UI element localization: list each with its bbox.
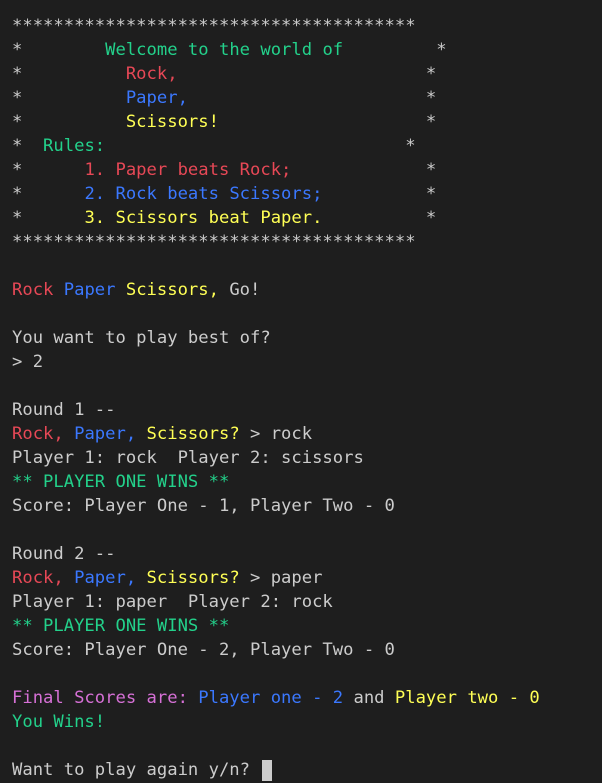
terminal-text: ** PLAYER ONE WINS ** (12, 616, 230, 636)
terminal-text: Player 1: paper Player 2: rock (12, 592, 333, 612)
terminal-line: Round 2 -- (12, 542, 115, 566)
terminal-line: * 3. Scissors beat Paper. * (12, 206, 436, 230)
terminal-text: *************************************** (12, 16, 416, 36)
terminal-line: * Welcome to the world of * (12, 38, 447, 62)
terminal-text: * (291, 160, 437, 180)
terminal-line: Player 1: paper Player 2: rock (12, 590, 333, 614)
terminal-text: Scissors, (125, 280, 230, 300)
terminal-text: Final Scores are: (12, 688, 199, 708)
terminal-text: * (12, 136, 23, 156)
terminal-text: Scissors? (146, 424, 251, 444)
terminal-text: Round 1 -- (12, 400, 116, 420)
terminal-line: * Rock, * (12, 62, 436, 86)
terminal-line: * Paper, * (12, 86, 436, 110)
terminal-text: Paper, (74, 568, 147, 588)
terminal-text: Rock, (12, 424, 75, 444)
terminal-text: Rules: (22, 136, 106, 156)
terminal-line: You want to play best of? (12, 326, 271, 350)
terminal-line: *************************************** (12, 14, 416, 38)
terminal-text: Rock (12, 280, 64, 300)
terminal-text: Rock, (12, 568, 75, 588)
terminal-line: Rock, Paper, Scissors? > rock (12, 422, 312, 446)
terminal-line: You Wins! (12, 710, 105, 734)
terminal-text: * (436, 40, 447, 60)
terminal-line: * Scissors! * (12, 110, 436, 134)
terminal-text: Rock, (22, 64, 178, 84)
terminal-line: Score: Player One - 1, Player Two - 0 (12, 494, 395, 518)
terminal-text: > 2 (12, 352, 44, 372)
terminal-text: > paper (250, 568, 323, 588)
terminal-text: Scissors? (146, 568, 251, 588)
terminal-text: and (353, 688, 395, 708)
terminal-text: 1. Paper beats Rock; (22, 160, 292, 180)
terminal-text: Round 2 -- (12, 544, 116, 564)
terminal-text: Want to play again y/n? (12, 760, 261, 780)
terminal-text: Welcome to the world of (22, 40, 437, 60)
terminal-text: * (187, 88, 437, 108)
terminal-text: * (322, 208, 437, 228)
terminal-line: Score: Player One - 2, Player Two - 0 (12, 638, 395, 662)
terminal-line: * 1. Paper beats Rock; * (12, 158, 436, 182)
terminal-line: Want to play again y/n? (12, 758, 273, 782)
terminal-text: *************************************** (12, 232, 416, 252)
terminal-text: * (218, 112, 437, 132)
terminal-line: Final Scores are: Player one - 2 and Pla… (12, 686, 540, 710)
terminal-cursor[interactable] (262, 759, 273, 781)
terminal-output[interactable]: *************************************** *… (0, 0, 602, 783)
terminal-text: Player one - 2 (198, 688, 354, 708)
terminal-text: 3. Scissors beat Paper. (22, 208, 323, 228)
terminal-line: > 2 (12, 350, 43, 374)
terminal-text: ** PLAYER ONE WINS ** (12, 472, 230, 492)
terminal-line: Rock, Paper, Scissors? > paper (12, 566, 322, 590)
terminal-text: You want to play best of? (12, 328, 271, 348)
terminal-text: * (12, 160, 23, 180)
terminal-text: * (12, 40, 23, 60)
terminal-text: Paper, (74, 424, 147, 444)
terminal-text: Player 1: rock Player 2: scissors (12, 448, 364, 468)
terminal-line: * Rules: * (12, 134, 416, 158)
terminal-text: Go! (229, 280, 261, 300)
terminal-text: Player two - 0 (394, 688, 540, 708)
terminal-text: * (12, 208, 23, 228)
terminal-text: You Wins! (12, 712, 106, 732)
terminal-text: > rock (250, 424, 313, 444)
terminal-text: * (322, 184, 437, 204)
terminal-text: * (105, 136, 416, 156)
terminal-text: Paper, (22, 88, 188, 108)
terminal-text: * (12, 184, 23, 204)
terminal-text: Paper (63, 280, 126, 300)
terminal-text: Score: Player One - 1, Player Two - 0 (12, 496, 395, 516)
terminal-line: ** PLAYER ONE WINS ** (12, 614, 229, 638)
terminal-text: * (12, 112, 23, 132)
terminal-line: Round 1 -- (12, 398, 115, 422)
terminal-text: Scissors! (22, 112, 219, 132)
terminal-text: 2. Rock beats Scissors; (22, 184, 323, 204)
terminal-text: * (177, 64, 437, 84)
terminal-line: * 2. Rock beats Scissors; * (12, 182, 436, 206)
terminal-text: * (12, 88, 23, 108)
terminal-line: Rock Paper Scissors, Go! (12, 278, 260, 302)
terminal-line: ** PLAYER ONE WINS ** (12, 470, 229, 494)
terminal-line: *************************************** (12, 230, 416, 254)
terminal-text: Score: Player One - 2, Player Two - 0 (12, 640, 395, 660)
terminal-line: Player 1: rock Player 2: scissors (12, 446, 364, 470)
terminal-text: * (12, 64, 23, 84)
